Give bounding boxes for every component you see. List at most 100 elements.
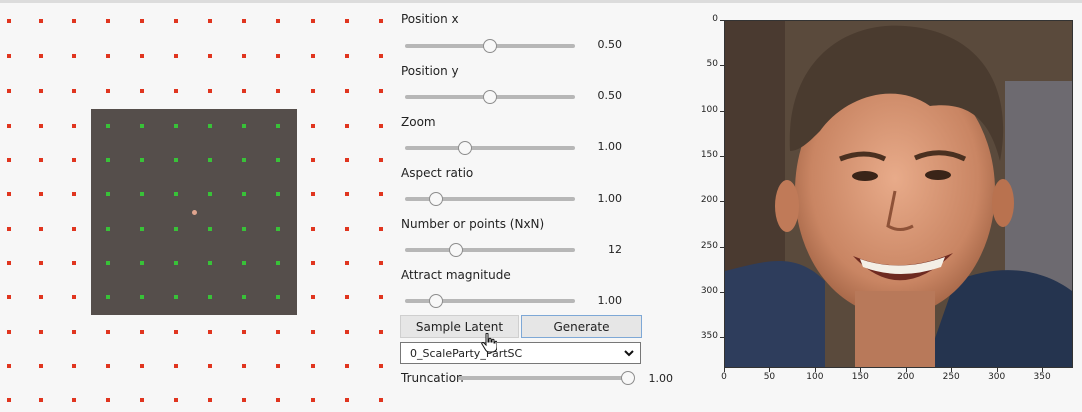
attract-magnitude-value: 1.00 xyxy=(597,294,623,307)
grid-point xyxy=(345,192,349,196)
model-select[interactable]: 0_ScaleParty_PartSC xyxy=(400,342,641,364)
inner-grid-point xyxy=(242,261,246,265)
x-tick-label: 100 xyxy=(806,372,824,382)
inner-grid-point xyxy=(276,192,280,196)
inner-grid-point xyxy=(208,261,212,265)
grid-point xyxy=(39,124,43,128)
inner-grid-point xyxy=(208,192,212,196)
grid-point xyxy=(276,54,280,58)
inner-grid-point xyxy=(242,295,246,299)
inner-grid-point xyxy=(174,261,178,265)
grid-point xyxy=(276,364,280,368)
grid-point xyxy=(311,295,315,299)
inner-grid-point xyxy=(276,158,280,162)
grid-point xyxy=(140,330,144,334)
face-illustration xyxy=(725,21,1072,367)
inner-grid-point xyxy=(106,124,110,128)
grid-point xyxy=(276,19,280,23)
center-point xyxy=(192,210,197,215)
y-tick-label: 350 xyxy=(700,331,718,342)
grid-point xyxy=(242,398,246,402)
grid-point xyxy=(345,398,349,402)
grid-point xyxy=(311,124,315,128)
chevron-down-icon xyxy=(624,350,634,357)
slider-thumb[interactable] xyxy=(483,90,497,104)
grid-point xyxy=(379,398,383,402)
grid-point xyxy=(7,295,11,299)
inner-grid-point xyxy=(208,295,212,299)
grid-point xyxy=(208,364,212,368)
grid-point xyxy=(72,124,76,128)
slider-thumb[interactable] xyxy=(428,294,443,308)
grid-point xyxy=(208,330,212,334)
grid-point xyxy=(311,398,315,402)
grid-point xyxy=(106,364,110,368)
grid-point xyxy=(311,89,315,93)
truncation-label: Truncation xyxy=(401,371,464,385)
position-x-value: 0.50 xyxy=(597,38,623,51)
slider-thumb[interactable] xyxy=(449,243,463,257)
grid-point xyxy=(345,227,349,231)
x-tick-label: 200 xyxy=(897,372,915,382)
grid-point xyxy=(72,227,76,231)
inner-grid-point xyxy=(106,295,110,299)
grid-point xyxy=(311,19,315,23)
inner-grid-point xyxy=(174,158,178,162)
grid-point xyxy=(39,89,43,93)
grid-point xyxy=(72,364,76,368)
grid-point xyxy=(140,54,144,58)
grid-point xyxy=(72,89,76,93)
selection-area[interactable] xyxy=(91,109,297,315)
attract-magnitude-label: Attract magnitude xyxy=(401,268,511,282)
grid-point xyxy=(39,19,43,23)
grid-point xyxy=(140,364,144,368)
grid-point xyxy=(174,330,178,334)
grid-point xyxy=(7,19,11,23)
point-grid-canvas[interactable] xyxy=(0,0,395,412)
num-points-label: Number or points (NxN) xyxy=(401,217,545,231)
grid-point xyxy=(7,261,11,265)
grid-point xyxy=(106,330,110,334)
slider-thumb[interactable] xyxy=(428,192,443,206)
grid-point xyxy=(276,330,280,334)
y-tick-label: 200 xyxy=(700,195,718,206)
grid-point xyxy=(379,261,383,265)
grid-point xyxy=(242,19,246,23)
inner-grid-point xyxy=(140,261,144,265)
x-tick-label: 50 xyxy=(763,372,776,382)
grid-point xyxy=(345,330,349,334)
inner-grid-point xyxy=(242,124,246,128)
generate-button[interactable]: Generate xyxy=(521,315,642,338)
grid-point xyxy=(39,54,43,58)
grid-point xyxy=(7,192,11,196)
inner-grid-point xyxy=(106,192,110,196)
grid-point xyxy=(7,54,11,58)
grid-point xyxy=(311,192,315,196)
slider-thumb[interactable] xyxy=(457,141,472,155)
grid-point xyxy=(311,158,315,162)
inner-grid-point xyxy=(208,158,212,162)
inner-grid-point xyxy=(208,227,212,231)
grid-point xyxy=(7,398,11,402)
position-x-label: Position x xyxy=(401,12,459,26)
inner-grid-point xyxy=(174,124,178,128)
inner-grid-point xyxy=(276,295,280,299)
grid-point xyxy=(174,54,178,58)
grid-point xyxy=(242,330,246,334)
inner-grid-point xyxy=(242,227,246,231)
grid-point xyxy=(379,330,383,334)
zoom-value: 1.00 xyxy=(597,140,623,153)
grid-point xyxy=(379,364,383,368)
sample-latent-button[interactable]: Sample Latent xyxy=(400,315,519,338)
x-tick-label: 0 xyxy=(721,372,727,382)
grid-point xyxy=(72,398,76,402)
grid-point xyxy=(276,398,280,402)
grid-point xyxy=(39,330,43,334)
grid-point xyxy=(7,158,11,162)
grid-point xyxy=(379,158,383,162)
grid-point xyxy=(7,124,11,128)
grid-point xyxy=(7,89,11,93)
grid-point xyxy=(39,398,43,402)
slider-thumb[interactable] xyxy=(483,39,497,53)
y-tick-label: 300 xyxy=(700,285,718,296)
